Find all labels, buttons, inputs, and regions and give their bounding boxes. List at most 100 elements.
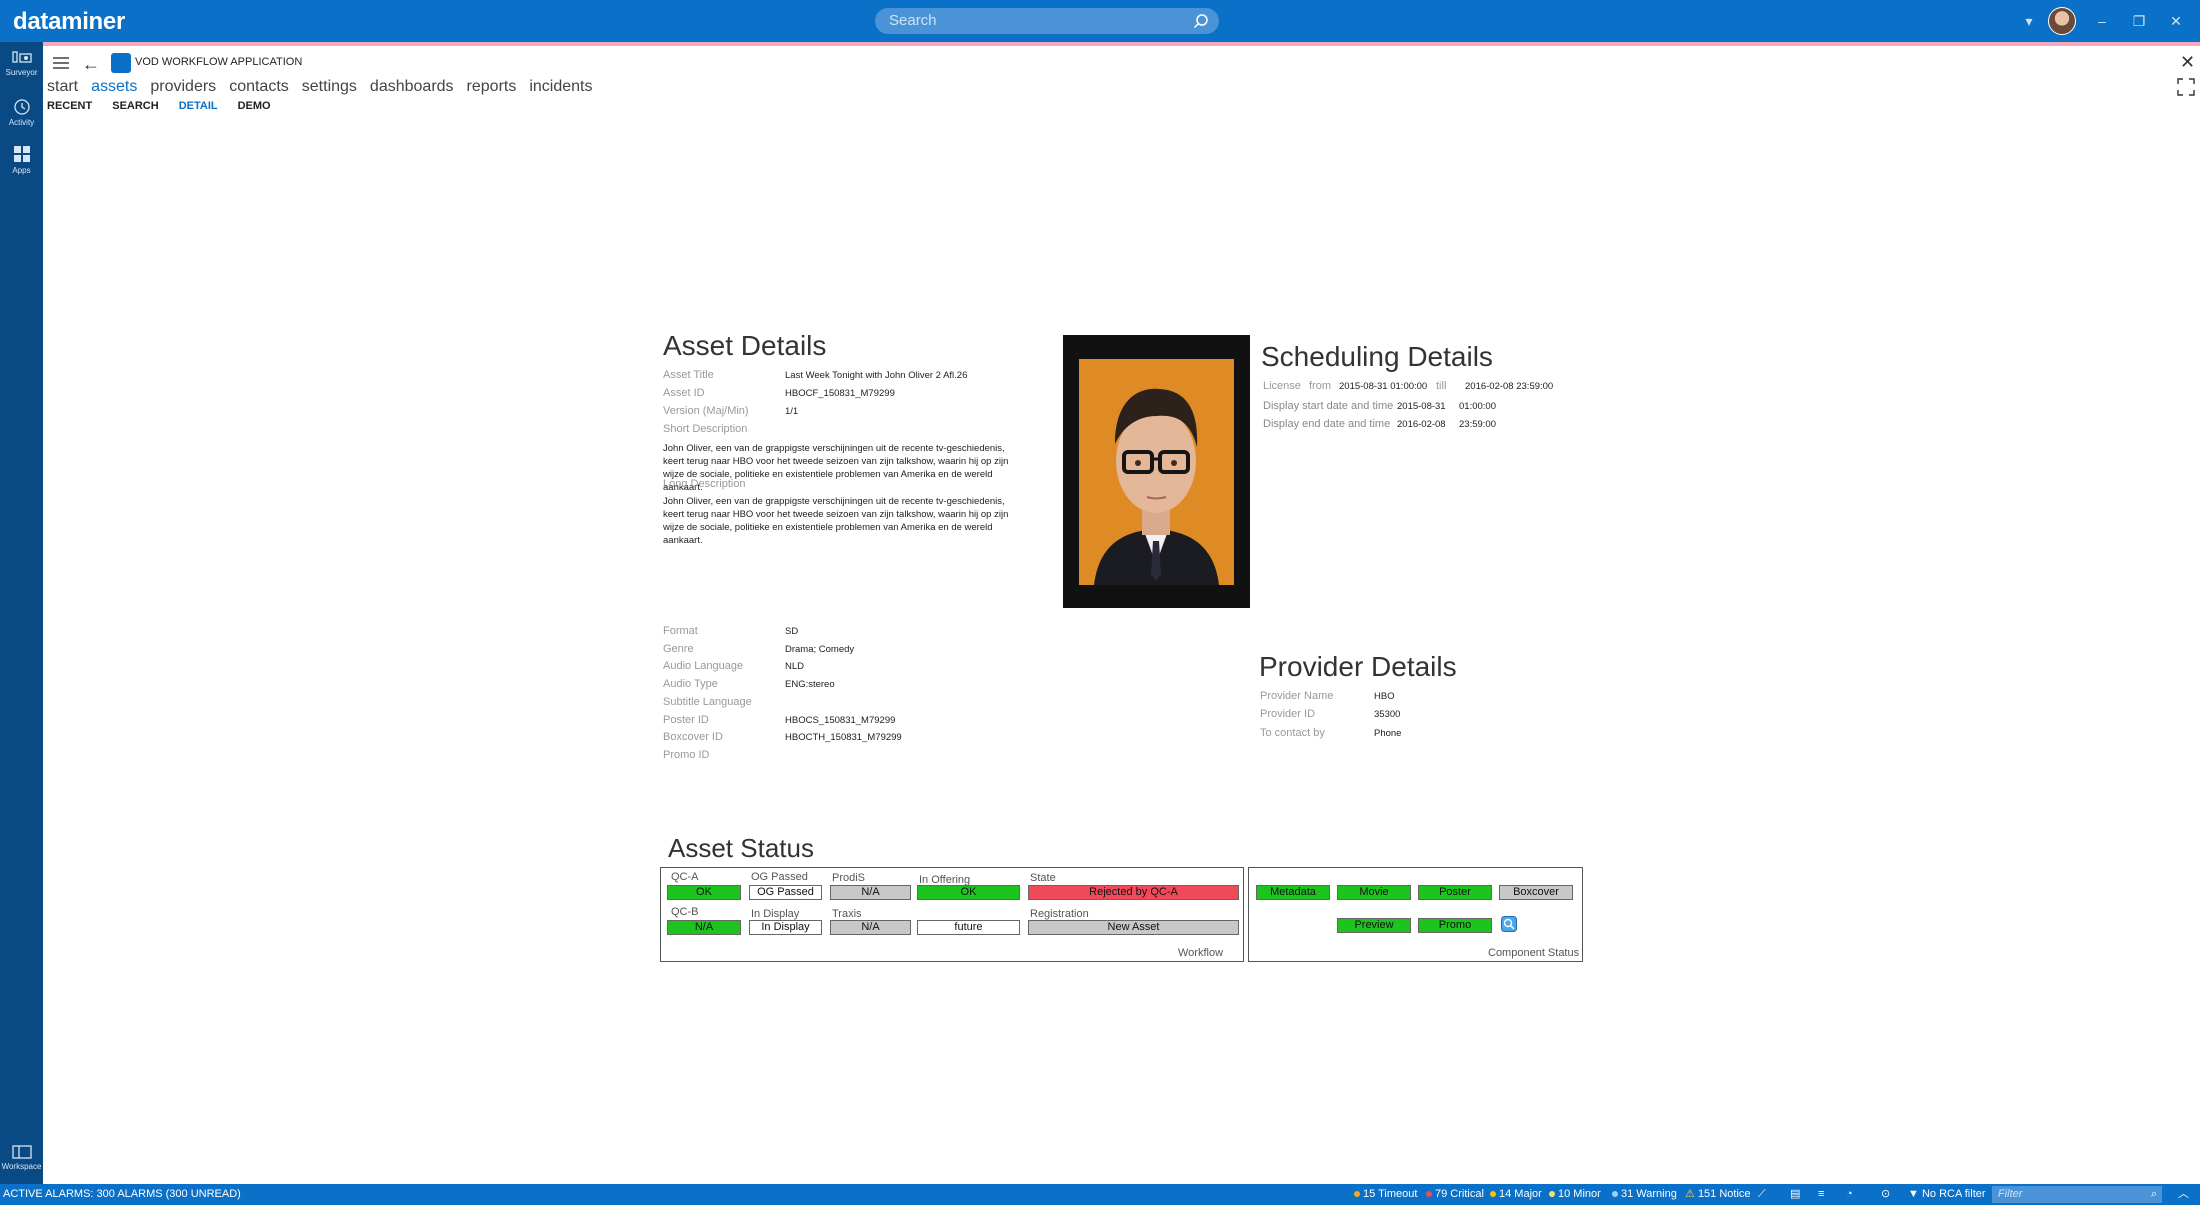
minor-count[interactable]: 10 Minor bbox=[1549, 1184, 1601, 1205]
state-status[interactable]: Rejected by QC-A bbox=[1028, 885, 1239, 900]
genre-value: Drama; Comedy bbox=[785, 644, 855, 655]
hamburger-icon[interactable] bbox=[52, 56, 70, 70]
status-bar: ACTIVE ALARMS: 300 ALARMS (300 UNREAD) 1… bbox=[0, 1184, 2200, 1205]
license-till-value: 2016-02-08 23:59:00 bbox=[1465, 381, 1554, 392]
metadata-status[interactable]: Metadata bbox=[1256, 885, 1330, 900]
traxis-status[interactable]: N/A bbox=[830, 920, 911, 935]
sidebar-item-apps[interactable]: Apps bbox=[0, 144, 43, 175]
nav-dashboards[interactable]: dashboards bbox=[370, 78, 454, 96]
subnav-demo[interactable]: DEMO bbox=[238, 100, 271, 112]
surveyor-icon bbox=[11, 51, 32, 63]
asset-details-heading: Asset Details bbox=[663, 330, 827, 361]
movie-status[interactable]: Movie bbox=[1337, 885, 1411, 900]
audio-type-value: ENG:stereo bbox=[785, 679, 835, 690]
license-till-label: till bbox=[1436, 380, 1447, 392]
major-dot-icon bbox=[1490, 1191, 1496, 1198]
alarm-filter-input[interactable]: Filter bbox=[1992, 1186, 2162, 1203]
timeout-count[interactable]: 15 Timeout bbox=[1354, 1184, 1417, 1205]
nav-reports[interactable]: reports bbox=[467, 78, 517, 96]
version-label: Version (Maj/Min) bbox=[663, 405, 749, 417]
in-display-label: In Display bbox=[751, 908, 800, 920]
subnav-search[interactable]: SEARCH bbox=[112, 100, 158, 112]
contact-by-value: Phone bbox=[1374, 728, 1402, 739]
timeout-dot-icon bbox=[1354, 1191, 1360, 1198]
boxcover-status[interactable]: Boxcover bbox=[1499, 885, 1573, 900]
qca-status[interactable]: OK bbox=[667, 885, 741, 900]
fullscreen-icon[interactable] bbox=[2177, 78, 2195, 96]
close-window-icon[interactable]: ✕ bbox=[2167, 12, 2185, 30]
future-status[interactable]: future bbox=[917, 920, 1020, 935]
search-icon[interactable] bbox=[1193, 13, 1209, 29]
nav-contacts[interactable]: contacts bbox=[229, 78, 289, 96]
apps-icon bbox=[13, 146, 30, 162]
sort-icon[interactable]: ≡ bbox=[1818, 1184, 1824, 1205]
nav-settings[interactable]: settings bbox=[302, 78, 357, 96]
warning-dot-icon bbox=[1612, 1191, 1618, 1198]
sidebar-item-label: Surveyor bbox=[5, 68, 38, 77]
audio-language-label: Audio Language bbox=[663, 660, 744, 672]
warning-count[interactable]: 31 Warning bbox=[1612, 1184, 1677, 1205]
back-arrow-icon[interactable]: ← bbox=[82, 54, 100, 75]
sidebar-item-workspace[interactable]: Workspace bbox=[0, 1144, 43, 1171]
rca-filter[interactable]: ▼ No RCA filter bbox=[1908, 1184, 1986, 1205]
nav-providers[interactable]: providers bbox=[150, 78, 216, 96]
boxcover-id-value: HBOCTH_150831_M79299 bbox=[785, 732, 902, 743]
sub-nav: RECENT SEARCH DETAIL DEMO bbox=[47, 100, 291, 112]
clock-icon[interactable]: ◔ bbox=[1846, 1184, 1853, 1205]
search-input[interactable]: Search bbox=[875, 8, 1219, 34]
in-offering-status[interactable]: OK bbox=[917, 885, 1020, 900]
boxcover-id-label: Boxcover ID bbox=[663, 731, 723, 743]
prodis-status[interactable]: N/A bbox=[830, 885, 911, 900]
restore-icon[interactable]: ❐ bbox=[2130, 12, 2148, 30]
filter-search-icon[interactable]: ⌕ bbox=[2151, 1184, 2157, 1205]
workspace-icon bbox=[11, 1145, 32, 1159]
audio-type-label: Audio Type bbox=[663, 678, 718, 690]
qcb-status[interactable]: N/A bbox=[667, 920, 741, 935]
display-end-date: 2016-02-08 bbox=[1397, 419, 1446, 430]
left-sidebar: Surveyor Activity Apps Workspace bbox=[0, 42, 43, 1184]
target-icon[interactable]: ⊙ bbox=[1881, 1184, 1890, 1205]
workflow-caption: Workflow bbox=[1178, 947, 1224, 959]
state-label: State bbox=[1030, 872, 1056, 884]
sidebar-item-label: Apps bbox=[12, 166, 31, 175]
promo-status[interactable]: Promo bbox=[1418, 918, 1492, 933]
app-title: VOD WORKFLOW APPLICATION bbox=[135, 56, 303, 68]
chart-icon[interactable]: ⟋ bbox=[1758, 1184, 1766, 1205]
list-view-icon[interactable]: ▤ bbox=[1790, 1184, 1800, 1205]
sidebar-item-surveyor[interactable]: Surveyor bbox=[0, 50, 43, 77]
poster-status[interactable]: Poster bbox=[1418, 885, 1492, 900]
registration-label: Registration bbox=[1030, 908, 1089, 920]
nav-assets[interactable]: assets bbox=[91, 78, 137, 96]
provider-name-label: Provider Name bbox=[1260, 690, 1334, 702]
avatar[interactable] bbox=[2048, 7, 2076, 35]
chevron-up-icon[interactable]: ︿ bbox=[2178, 1184, 2189, 1205]
in-display-status[interactable]: In Display bbox=[749, 920, 822, 935]
dataminer-logo: dataminer bbox=[13, 8, 126, 35]
rca-label: No RCA filter bbox=[1921, 1188, 1986, 1200]
sidebar-item-activity[interactable]: Activity bbox=[0, 98, 43, 127]
subnav-detail[interactable]: DETAIL bbox=[179, 100, 218, 112]
close-app-icon[interactable]: ✕ bbox=[2180, 52, 2195, 73]
registration-status[interactable]: New Asset bbox=[1028, 920, 1239, 935]
display-start-time: 01:00:00 bbox=[1459, 401, 1496, 412]
dropdown-arrow-icon[interactable]: ▾ bbox=[2020, 12, 2038, 30]
major-count[interactable]: 14 Major bbox=[1490, 1184, 1542, 1205]
active-alarms-text[interactable]: ACTIVE ALARMS: 300 ALARMS (300 UNREAD) bbox=[3, 1184, 241, 1205]
minimize-icon[interactable]: – bbox=[2093, 12, 2111, 30]
search-detail-icon[interactable] bbox=[1501, 916, 1517, 932]
nav-start[interactable]: start bbox=[47, 78, 78, 96]
notice-count[interactable]: ⚠ 151 Notice bbox=[1685, 1184, 1751, 1205]
component-status-panel: Metadata Movie Poster Boxcover Preview P… bbox=[1248, 867, 1583, 962]
nav-incidents[interactable]: incidents bbox=[529, 78, 592, 96]
preview-status[interactable]: Preview bbox=[1337, 918, 1411, 933]
display-start-date: 2015-08-31 bbox=[1397, 401, 1446, 412]
license-from-label: from bbox=[1309, 380, 1331, 392]
traxis-label: Traxis bbox=[832, 908, 862, 920]
critical-count[interactable]: 79 Critical bbox=[1426, 1184, 1484, 1205]
og-passed-status[interactable]: OG Passed bbox=[749, 885, 822, 900]
format-value: SD bbox=[785, 626, 799, 637]
minor-dot-icon bbox=[1549, 1191, 1555, 1198]
asset-id-label: Asset ID bbox=[663, 387, 705, 399]
subnav-recent[interactable]: RECENT bbox=[47, 100, 92, 112]
display-start-label: Display start date and time bbox=[1263, 400, 1394, 412]
